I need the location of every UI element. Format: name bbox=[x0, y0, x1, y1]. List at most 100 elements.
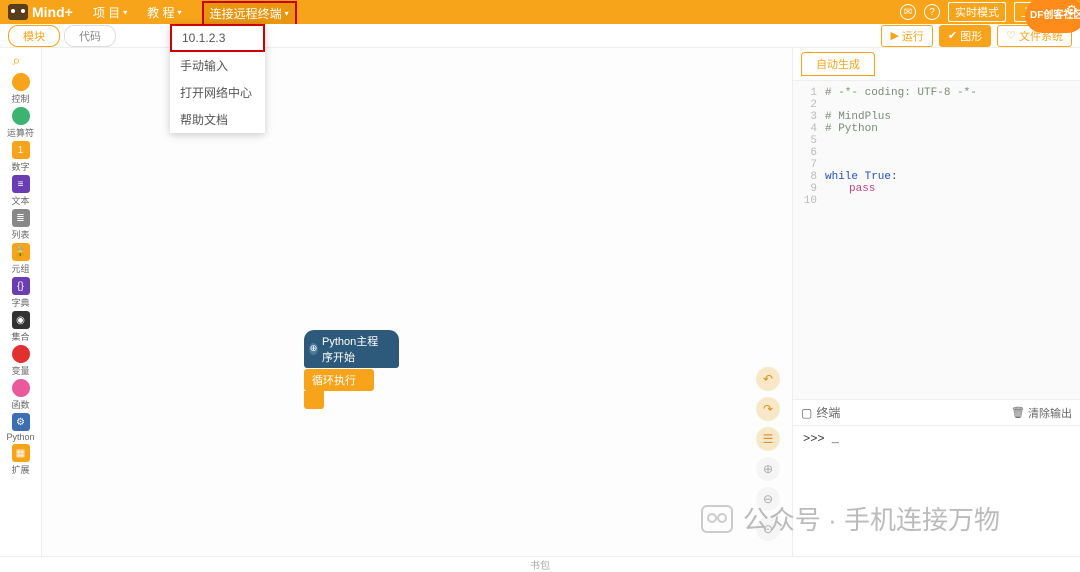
tab-auto-generate[interactable]: 自动生成 bbox=[801, 52, 875, 76]
category-label: 控制 bbox=[11, 92, 29, 105]
palette-category-10[interactable]: ⚙Python bbox=[6, 412, 34, 443]
redo-button[interactable]: ↷ bbox=[756, 397, 780, 421]
dropdown-manual-item[interactable]: 手动输入 bbox=[170, 52, 265, 79]
code-text: # Python bbox=[825, 123, 878, 135]
caret-down-icon: ▾ bbox=[285, 9, 289, 18]
top-menubar: Mind+ 项 目▾ 教 程▾ 连接远程终端▾ ✉ ? 实时模式 上传模式 bbox=[0, 0, 1080, 24]
zoom-reset-button[interactable]: ⊙ bbox=[756, 517, 780, 541]
terminal-output[interactable]: >>> _ bbox=[793, 426, 1080, 556]
category-icon: {} bbox=[12, 277, 30, 295]
line-number: 9 bbox=[797, 183, 817, 195]
palette-category-11[interactable]: ▦扩展 bbox=[6, 443, 34, 477]
palette-category-7[interactable]: ◉集合 bbox=[6, 310, 34, 344]
caret-down-icon: ▾ bbox=[123, 8, 127, 17]
gui-button[interactable]: ✔图形 bbox=[939, 25, 991, 47]
code-line: 8while True: bbox=[797, 171, 1076, 183]
category-label: 数字 bbox=[11, 160, 29, 173]
palette-category-4[interactable]: ≣列表 bbox=[6, 208, 34, 242]
check-icon: ✔ bbox=[948, 29, 957, 42]
category-icon bbox=[12, 107, 30, 125]
loop-block-body[interactable] bbox=[304, 391, 324, 409]
dropdown-netcenter-item[interactable]: 打开网络中心 bbox=[170, 79, 265, 106]
terminal-prompt: >>> _ bbox=[803, 432, 1070, 446]
caret-down-icon: ▾ bbox=[178, 8, 182, 17]
palette-category-0[interactable]: 控制 bbox=[6, 72, 34, 106]
clear-output-button[interactable]: 🗑清除输出 bbox=[1011, 405, 1072, 421]
zoom-in-button[interactable]: ⊕ bbox=[756, 457, 780, 481]
palette-category-8[interactable]: 变量 bbox=[6, 344, 34, 378]
help-icon[interactable]: ? bbox=[924, 4, 940, 20]
terminal-title: 终端 bbox=[816, 404, 840, 421]
palette-category-1[interactable]: 运算符 bbox=[6, 106, 34, 140]
block-stack[interactable]: ⊕ Python主程序开始 循环执行 bbox=[304, 330, 399, 409]
code-line: 5 bbox=[797, 135, 1076, 147]
category-label: 文本 bbox=[11, 194, 29, 207]
code-tab-bar: 自动生成 bbox=[793, 48, 1080, 81]
palette-category-3[interactable]: ≡文本 bbox=[6, 174, 34, 208]
menu-tutorial[interactable]: 教 程▾ bbox=[147, 4, 181, 21]
category-label: 扩展 bbox=[11, 463, 29, 476]
python-start-block[interactable]: ⊕ Python主程序开始 bbox=[304, 330, 399, 368]
dropdown-ip-item[interactable]: 10.1.2.3 bbox=[170, 26, 265, 52]
code-panel: 自动生成 1 # -*- coding: UTF-8 -*- 23 # MindPlu… bbox=[792, 48, 1080, 556]
category-label: 函数 bbox=[11, 398, 29, 411]
category-label: 集合 bbox=[11, 330, 29, 343]
zoom-out-button[interactable]: ⊖ bbox=[756, 487, 780, 511]
category-icon: ≣ bbox=[12, 209, 30, 227]
mode-realtime-button[interactable]: 实时模式 bbox=[948, 2, 1006, 22]
run-button[interactable]: ▶运行 bbox=[881, 25, 932, 47]
app-logo: Mind+ bbox=[8, 4, 73, 20]
undo-button[interactable]: ↶ bbox=[756, 367, 780, 391]
palette-category-2[interactable]: 1数字 bbox=[6, 140, 34, 174]
logo-icon bbox=[8, 4, 28, 20]
line-number: 6 bbox=[797, 147, 817, 159]
tab-blocks[interactable]: 模块 bbox=[8, 25, 60, 47]
settings-gear-icon[interactable]: ⚙ bbox=[1065, 2, 1078, 19]
category-label: 运算符 bbox=[7, 126, 34, 139]
line-number: 3 bbox=[797, 111, 817, 123]
line-number: 10 bbox=[797, 195, 817, 207]
palette-category-6[interactable]: {}字典 bbox=[6, 276, 34, 310]
python-icon: ⊕ bbox=[309, 343, 318, 355]
category-icon bbox=[12, 379, 30, 397]
category-icon: ⚙ bbox=[12, 413, 30, 431]
code-text: # MindPlus bbox=[825, 111, 891, 123]
code-line: 6 bbox=[797, 147, 1076, 159]
code-editor[interactable]: 1 # -*- coding: UTF-8 -*- 23 # MindPlus 4 # P… bbox=[793, 81, 1080, 399]
line-number: 2 bbox=[797, 99, 817, 111]
line-number: 5 bbox=[797, 135, 817, 147]
file-icon: ♡ bbox=[1006, 29, 1016, 42]
trash-icon: 🗑 bbox=[1011, 406, 1025, 419]
line-number: 4 bbox=[797, 123, 817, 135]
toolbar: 模块 代码 ▶运行 ✔图形 ♡文件系统 bbox=[0, 24, 1080, 48]
backpack-label[interactable]: 书包 bbox=[530, 557, 550, 572]
loop-block[interactable]: 循环执行 bbox=[304, 369, 374, 391]
tidy-button[interactable]: ☰ bbox=[756, 427, 780, 451]
code-text: pass bbox=[825, 183, 875, 195]
code-line: 10 bbox=[797, 195, 1076, 207]
category-label: 变量 bbox=[11, 364, 29, 377]
category-icon: 1 bbox=[12, 141, 30, 159]
bottom-bar: 书包 bbox=[0, 556, 1080, 572]
category-label: 列表 bbox=[11, 228, 29, 241]
category-icon: ▦ bbox=[12, 444, 30, 462]
code-text: # -*- coding: UTF-8 -*- bbox=[825, 87, 977, 99]
terminal-icon: ▢ bbox=[801, 406, 812, 420]
tab-code[interactable]: 代码 bbox=[64, 25, 116, 47]
category-icon bbox=[12, 73, 30, 91]
menu-connect-remote[interactable]: 连接远程终端▾ bbox=[202, 1, 297, 24]
dropdown-help-item[interactable]: 帮助文档 bbox=[170, 106, 265, 133]
mail-icon[interactable]: ✉ bbox=[900, 4, 916, 20]
palette-category-9[interactable]: 函数 bbox=[6, 378, 34, 412]
line-number: 7 bbox=[797, 159, 817, 171]
play-icon: ▶ bbox=[890, 29, 898, 42]
palette-category-5[interactable]: 🔒元组 bbox=[6, 242, 34, 276]
line-number: 1 bbox=[797, 87, 817, 99]
category-label: 元组 bbox=[11, 262, 29, 275]
code-line: 7 bbox=[797, 159, 1076, 171]
search-icon[interactable]: ⌕ bbox=[13, 52, 29, 68]
category-icon bbox=[12, 345, 30, 363]
block-canvas[interactable]: ⊕ Python主程序开始 循环执行 ↶ ↷ ☰ ⊕ ⊖ ⊙ bbox=[42, 48, 792, 556]
menu-project[interactable]: 项 目▾ bbox=[93, 4, 127, 21]
code-line: 9 pass bbox=[797, 183, 1076, 195]
